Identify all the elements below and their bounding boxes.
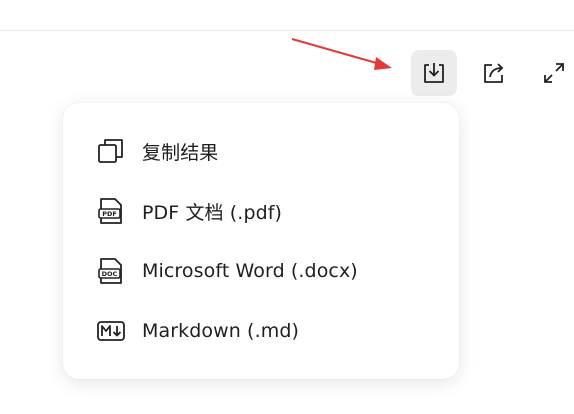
menu-item-label: 复制结果	[142, 141, 219, 164]
menu-item-label: Markdown (.md)	[142, 320, 299, 342]
menu-item-label: PDF 文档 (.pdf)	[142, 201, 283, 224]
share-button[interactable]	[471, 50, 517, 96]
expand-button[interactable]	[531, 50, 574, 96]
download-button[interactable]	[411, 50, 457, 96]
doc-file-icon: DOC	[96, 256, 126, 286]
svg-text:PDF: PDF	[102, 210, 117, 218]
menu-item-word[interactable]: DOC Microsoft Word (.docx)	[63, 241, 459, 301]
pdf-file-icon: PDF	[96, 196, 126, 226]
export-menu: 复制结果 PDF PDF 文档 (.pdf) DOC Microsoft Wor…	[63, 103, 459, 379]
menu-item-pdf[interactable]: PDF PDF 文档 (.pdf)	[63, 181, 459, 241]
menu-item-label: Microsoft Word (.docx)	[142, 260, 358, 282]
svg-text:DOC: DOC	[102, 270, 118, 278]
share-icon	[484, 63, 504, 83]
top-divider	[0, 30, 574, 31]
expand-icon	[544, 63, 564, 83]
markdown-icon	[96, 316, 126, 346]
download-icon	[424, 63, 444, 83]
menu-item-markdown[interactable]: Markdown (.md)	[63, 301, 459, 361]
copy-icon	[96, 136, 126, 166]
menu-item-copy-result[interactable]: 复制结果	[63, 121, 459, 181]
